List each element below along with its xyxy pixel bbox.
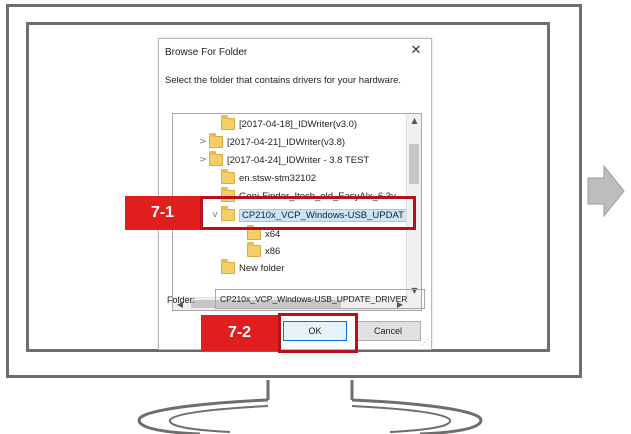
folder-icon [221,115,235,130]
tree-item-label: x86 [265,245,281,257]
scrollbar-thumb[interactable] [409,144,419,184]
resize-grip-icon[interactable]: ⋰ [421,338,429,347]
tree-item-label: New folder [239,262,285,274]
tree-item-label: [2017-04-18]_IDWriter(v3.0) [239,118,358,130]
annotation-badge-7-2: 7-2 [201,315,278,351]
tree-item-label: [2017-04-21]_IDWriter(v3.8) [227,136,346,148]
annotation-highlight-7-2 [278,313,358,353]
chevron-right-icon[interactable]: > [197,137,209,147]
scroll-up-icon[interactable]: ▲ [407,114,421,128]
tree-item[interactable]: > [2017-04-24]_IDWriter - 3.8 TEST [197,151,370,168]
instruction-text: Select the folder that contains drivers … [165,75,402,86]
folder-icon [221,259,235,274]
tree-item-label: en.stsw-stm32102 [239,172,317,184]
folder-icon [247,242,261,257]
tree-item[interactable]: x86 [235,242,281,259]
annotation-highlight-7-1 [200,196,416,230]
dialog-title: Browse For Folder [165,47,248,58]
close-icon[interactable]: ✕ [409,43,423,59]
tree-item[interactable]: en.stsw-stm32102 [209,169,317,186]
folder-icon [221,169,235,184]
chevron-right-icon[interactable]: > [197,155,209,165]
folder-path-field[interactable]: CP210x_VCP_Windows-USB_UPDATE_DRIVER [215,289,425,309]
next-step-arrow-icon [587,164,625,218]
tree-item[interactable]: > [2017-04-21]_IDWriter(v3.8) [197,133,346,150]
tree-item[interactable]: New folder [209,259,285,276]
folder-icon [209,151,223,166]
folder-icon [209,133,223,148]
folder-label: Folder: [167,295,196,305]
tree-item-label: x64 [265,228,281,240]
cancel-button[interactable]: Cancel [355,321,421,341]
annotation-badge-7-1: 7-1 [125,196,200,230]
browse-for-folder-dialog: Browse For Folder ✕ Select the folder th… [158,38,432,350]
tree-item-label: [2017-04-24]_IDWriter - 3.8 TEST [227,154,370,166]
tree-item[interactable]: [2017-04-18]_IDWriter(v3.0) [209,115,358,132]
